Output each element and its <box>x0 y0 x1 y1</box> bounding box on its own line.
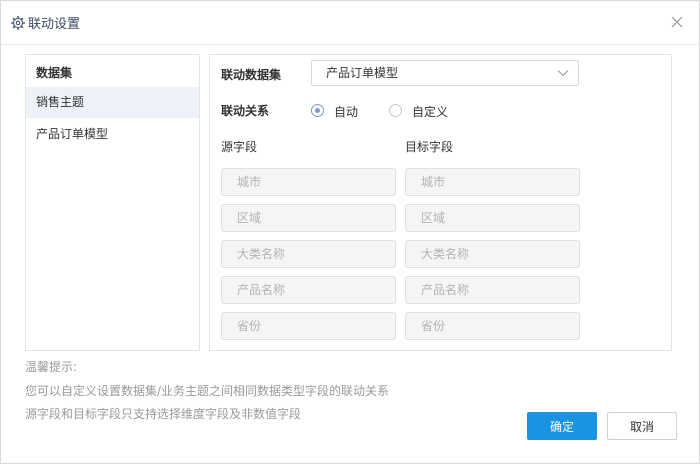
source-field-text: 区域 <box>237 211 262 225</box>
dataset-item-product-order-model[interactable]: 产品订单模型 <box>26 119 199 150</box>
target-field-product: 产品名称 <box>405 276 580 304</box>
tips-title: 温馨提示: <box>25 360 78 374</box>
target-field-province: 省份 <box>405 312 580 340</box>
dataset-list-header: 数据集 <box>36 66 73 80</box>
gear-icon <box>11 16 25 30</box>
close-icon[interactable] <box>669 14 685 30</box>
linkage-settings-dialog: 联动设置 数据集 销售主题 产品订单模型 联动数据集 产品订单模型 联动关系 自… <box>0 0 700 464</box>
linkage-dataset-value: 产品订单模型 <box>326 66 399 80</box>
source-field-text: 省份 <box>237 319 262 333</box>
linkage-config-panel: 联动数据集 产品订单模型 联动关系 自动 自定义 源字段 目标字段 城市 区域 … <box>209 54 672 351</box>
radio-auto[interactable] <box>311 104 324 117</box>
target-field-text: 区域 <box>421 211 446 225</box>
source-field-product: 产品名称 <box>221 276 396 304</box>
radio-custom[interactable] <box>389 104 402 117</box>
target-field-text: 产品名称 <box>421 283 470 297</box>
source-field-province: 省份 <box>221 312 396 340</box>
radio-auto-label: 自动 <box>334 105 359 119</box>
dataset-list-panel: 数据集 销售主题 产品订单模型 <box>25 54 200 351</box>
dialog-titlebar: 联动设置 <box>1 1 699 45</box>
linkage-dataset-label: 联动数据集 <box>221 68 282 82</box>
linkage-dataset-select[interactable]: 产品订单模型 <box>311 60 579 86</box>
confirm-button[interactable]: 确定 <box>527 412 597 440</box>
dataset-item-sales-topic[interactable]: 销售主题 <box>26 87 199 118</box>
dataset-item-label: 产品订单模型 <box>36 127 109 141</box>
source-field-text: 城市 <box>237 175 262 189</box>
dialog-title: 联动设置 <box>28 17 81 32</box>
chevron-down-icon <box>557 70 569 77</box>
tips-line-2: 源字段和目标字段只支持选择维度字段及非数值字段 <box>25 407 302 421</box>
target-field-text: 省份 <box>421 319 446 333</box>
target-field-text: 城市 <box>421 175 446 189</box>
target-field-category: 大类名称 <box>405 240 580 268</box>
source-field-header: 源字段 <box>221 140 258 154</box>
target-field-text: 大类名称 <box>421 247 470 261</box>
cancel-button[interactable]: 取消 <box>607 412 677 440</box>
source-field-text: 产品名称 <box>237 283 286 297</box>
target-field-city: 城市 <box>405 168 580 196</box>
source-field-text: 大类名称 <box>237 247 286 261</box>
radio-custom-label: 自定义 <box>412 105 449 119</box>
target-field-header: 目标字段 <box>405 140 454 154</box>
source-field-region: 区域 <box>221 204 396 232</box>
tips-line-1: 您可以自定义设置数据集/业务主题之间相同数据类型字段的联动关系 <box>25 384 390 398</box>
linkage-relation-label: 联动关系 <box>221 104 270 118</box>
source-field-category: 大类名称 <box>221 240 396 268</box>
target-field-region: 区域 <box>405 204 580 232</box>
source-field-city: 城市 <box>221 168 396 196</box>
dataset-item-label: 销售主题 <box>36 95 85 109</box>
